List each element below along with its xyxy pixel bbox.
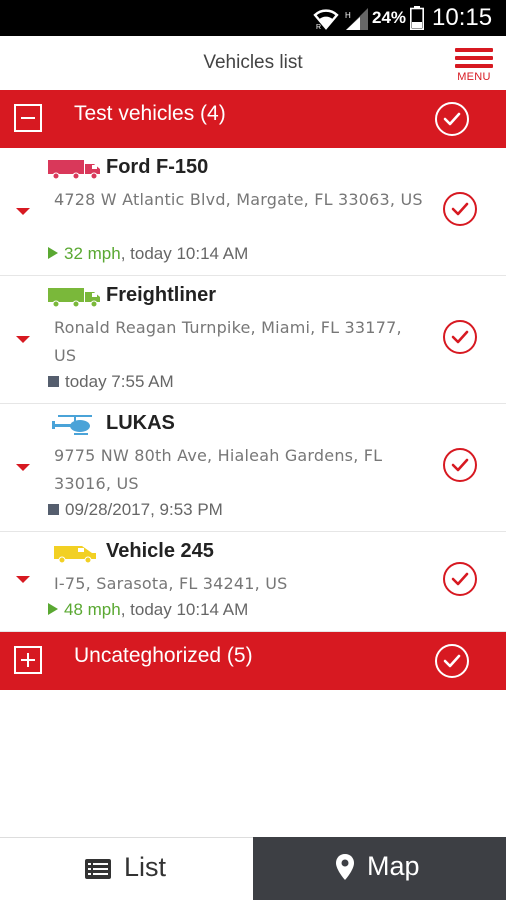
collapse-icon[interactable] bbox=[14, 104, 42, 132]
stop-icon bbox=[48, 376, 59, 387]
vehicle-status: 32 mph, today 10:14 AM bbox=[48, 244, 248, 264]
vehicle-row-vehicle-245[interactable]: Vehicle 245 I-75, Sarasota, FL 34241, US… bbox=[0, 532, 506, 632]
bottom-tab-bar: List Map bbox=[0, 837, 506, 900]
vehicle-time: , today 10:14 AM bbox=[120, 244, 249, 263]
vehicle-address: Ronald Reagan Turnpike, Miami, FL 33177,… bbox=[54, 318, 402, 365]
menu-button[interactable]: MENU bbox=[450, 46, 498, 86]
chevron-down-icon[interactable] bbox=[16, 208, 30, 215]
svg-text:R: R bbox=[316, 24, 321, 30]
hamburger-icon bbox=[455, 48, 493, 72]
page-title: Vehicles list bbox=[203, 52, 303, 73]
battery-icon bbox=[410, 6, 424, 30]
check-circle-icon[interactable] bbox=[443, 320, 477, 354]
check-circle-icon[interactable] bbox=[443, 562, 477, 596]
truck-icon bbox=[48, 160, 100, 180]
chevron-down-icon[interactable] bbox=[16, 336, 30, 343]
vehicle-name: Ford F-150 bbox=[106, 156, 209, 178]
menu-label: MENU bbox=[457, 71, 491, 83]
signal-icon: H bbox=[345, 8, 368, 30]
vehicle-status: today 7:55 AM bbox=[48, 372, 174, 392]
vehicle-time: , today 10:14 AM bbox=[120, 600, 249, 619]
group-title: Uncateghorized (5) bbox=[74, 644, 253, 667]
status-bar: R H 24% 10:15 bbox=[0, 0, 506, 36]
vehicle-speed: 32 mph bbox=[64, 244, 121, 263]
stop-icon bbox=[48, 504, 59, 515]
vehicle-status: 48 mph, today 10:14 AM bbox=[48, 600, 248, 620]
play-icon bbox=[48, 603, 58, 615]
app-header: Vehicles list MENU bbox=[0, 36, 506, 90]
tab-map-label: Map bbox=[367, 851, 420, 881]
check-circle-icon[interactable] bbox=[443, 192, 477, 226]
vehicle-time: today 7:55 AM bbox=[65, 372, 174, 391]
map-pin-icon bbox=[336, 854, 354, 880]
check-circle-icon[interactable] bbox=[443, 448, 477, 482]
vehicle-address: 4728 W Atlantic Blvd, Margate, FL 33063,… bbox=[54, 190, 423, 209]
battery-percentage: 24% bbox=[372, 8, 407, 27]
clock: 10:15 bbox=[432, 4, 493, 31]
chevron-down-icon[interactable] bbox=[16, 576, 30, 583]
vehicle-row-lukas[interactable]: LUKAS 9775 NW 80th Ave, Hialeah Gardens,… bbox=[0, 404, 506, 532]
van-icon bbox=[54, 546, 96, 564]
truck-icon bbox=[48, 288, 100, 308]
group-header-uncategorized[interactable]: Uncateghorized (5) bbox=[0, 632, 506, 690]
vehicle-row-ford-f150[interactable]: Ford F-150 4728 W Atlantic Blvd, Margate… bbox=[0, 148, 506, 276]
group-title: Test vehicles (4) bbox=[74, 102, 226, 125]
vehicle-speed: 48 mph bbox=[64, 600, 121, 619]
vehicle-address: I-75, Sarasota, FL 34241, US bbox=[54, 574, 288, 593]
svg-text:H: H bbox=[345, 11, 351, 20]
vehicle-time: 09/28/2017, 9:53 PM bbox=[65, 500, 223, 519]
play-icon bbox=[48, 247, 58, 259]
vehicle-status: 09/28/2017, 9:53 PM bbox=[48, 500, 223, 520]
check-circle-icon[interactable] bbox=[435, 102, 469, 136]
wifi-icon: R bbox=[313, 9, 339, 30]
helicopter-icon bbox=[52, 415, 92, 435]
tab-list-label: List bbox=[124, 852, 167, 882]
vehicle-address: 9775 NW 80th Ave, Hialeah Gardens, FL 33… bbox=[54, 446, 383, 493]
tab-map[interactable]: Map bbox=[253, 837, 506, 900]
tab-list[interactable]: List bbox=[0, 837, 253, 900]
chevron-down-icon[interactable] bbox=[16, 464, 30, 471]
vehicle-name: LUKAS bbox=[106, 412, 175, 434]
group-header-test-vehicles[interactable]: Test vehicles (4) bbox=[0, 90, 506, 148]
expand-icon[interactable] bbox=[14, 646, 42, 674]
vehicle-row-freightliner[interactable]: Freightliner Ronald Reagan Turnpike, Mia… bbox=[0, 276, 506, 404]
list-icon bbox=[85, 859, 111, 879]
check-circle-icon[interactable] bbox=[435, 644, 469, 678]
vehicle-name: Vehicle 245 bbox=[106, 540, 214, 562]
vehicle-name: Freightliner bbox=[106, 284, 217, 306]
